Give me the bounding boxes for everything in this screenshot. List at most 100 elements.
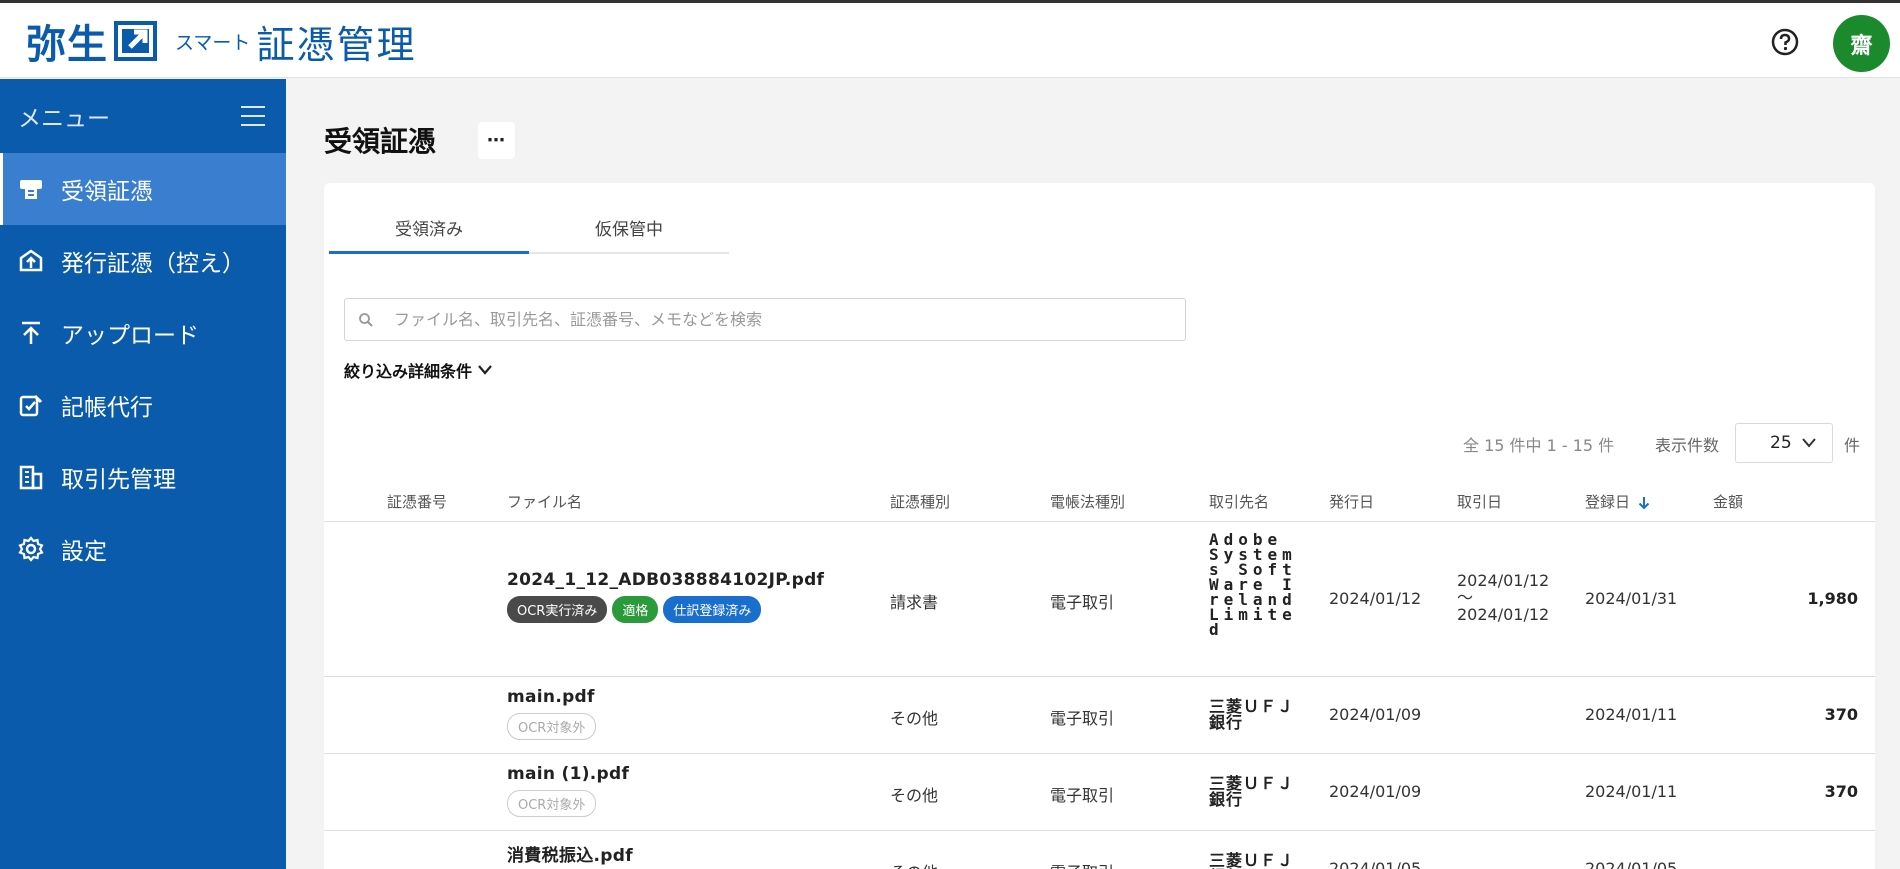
menu-label: メニュー <box>18 106 110 132</box>
table-row[interactable]: main.pdf OCR対象外 その他 電子取引 三菱ＵＦＪ銀行 2024/01… <box>324 677 1875 754</box>
vendor-name: 三菱ＵＦＪ銀行 <box>1209 697 1295 732</box>
search-icon <box>358 312 374 328</box>
chevron-down-icon <box>1802 438 1816 448</box>
column-header-doc-type[interactable]: 証憑種別 <box>890 491 950 512</box>
sidebar-item-label: 発行証憑（控え） <box>61 251 245 277</box>
vendor-name: Adobe Systems SoftWare Ireland Limited <box>1209 530 1297 639</box>
table-row[interactable]: 消費税振込.pdf その他 電子取引 三菱ＵＦＪ銀行 2024/01/05 20… <box>324 831 1875 869</box>
sort-down-arrow-icon <box>1638 496 1650 509</box>
file-name[interactable]: main.pdf <box>507 687 596 707</box>
sidebar-item-settings[interactable]: 設定 <box>0 513 286 585</box>
sidebar-item-upload[interactable]: アップロード <box>0 297 286 369</box>
table-row[interactable]: 2024_1_12_ADB038884102JP.pdf OCR実行済み 適格 … <box>324 522 1875 677</box>
column-header-file-name[interactable]: ファイル名 <box>507 491 582 512</box>
column-header-ebook-type[interactable]: 電帳法種別 <box>1050 491 1125 512</box>
file-cell: main (1).pdf OCR対象外 <box>507 764 629 817</box>
status-badge: OCR対象外 <box>507 790 597 817</box>
file-cell: 消費税振込.pdf <box>507 841 633 866</box>
file-cell: 2024_1_12_ADB038884102JP.pdf OCR実行済み 適格 … <box>507 570 824 623</box>
per-page-select[interactable]: 25 <box>1735 423 1833 463</box>
issue-date: 2024/01/09 <box>1329 705 1422 724</box>
ebook-type: 電子取引 <box>1050 786 1115 805</box>
filter-toggle[interactable]: 絞り込み詳細条件 <box>344 358 492 382</box>
per-page-value: 25 <box>1770 433 1792 453</box>
table-header: 証憑番号 ファイル名 証憑種別 電帳法種別 取引先名 発行日 取引日 登録日 金… <box>324 480 1875 522</box>
tab-bar: 受領済み 仮保管中 <box>329 203 729 254</box>
ebook-type: 電子取引 <box>1050 859 1114 869</box>
column-header-vendor[interactable]: 取引先名 <box>1209 491 1269 512</box>
txn-date-from: 2024/01/12 <box>1457 571 1550 590</box>
search-input[interactable] <box>394 310 1174 329</box>
sidebar-item-received-docs[interactable]: 受領証憑 <box>0 153 286 225</box>
column-header-label: 登録日 <box>1585 493 1631 511</box>
issue-date: 2024/01/05 <box>1329 859 1422 869</box>
column-header-issue-date[interactable]: 発行日 <box>1329 491 1374 512</box>
sidebar: メニュー 受領証憑 発行証憑（控え） アップロード 記帳代行 取引先管理 設定 <box>0 79 286 869</box>
amount: 370 <box>1824 782 1858 801</box>
file-name[interactable]: 消費税振込.pdf <box>507 841 633 866</box>
status-badge: 適格 <box>612 596 659 623</box>
logo-arrow-icon <box>114 21 157 61</box>
amount: 1,980 <box>1807 589 1858 608</box>
issue-date: 2024/01/12 <box>1329 589 1422 608</box>
file-name[interactable]: main (1).pdf <box>507 764 629 784</box>
doc-type: その他 <box>890 786 939 805</box>
table-row[interactable]: main (1).pdf OCR対象外 その他 電子取引 三菱ＵＦＪ銀行 202… <box>324 754 1875 831</box>
txn-date-to: 2024/01/12 <box>1457 605 1550 624</box>
file-name[interactable]: 2024_1_12_ADB038884102JP.pdf <box>507 570 824 590</box>
ebook-type: 電子取引 <box>1050 709 1115 728</box>
sidebar-item-label: 記帳代行 <box>61 395 153 421</box>
ebook-type: 電子取引 <box>1050 593 1115 612</box>
user-avatar[interactable]: 齋 <box>1833 15 1890 72</box>
sidebar-item-label: 受領証憑 <box>61 179 153 205</box>
vendor-name: 三菱ＵＦＪ銀行 <box>1209 774 1295 809</box>
sidebar-item-label: 取引先管理 <box>61 467 176 493</box>
doc-type: その他 <box>890 859 938 869</box>
status-badges: OCR対象外 <box>507 713 597 740</box>
tab-received[interactable]: 受領済み <box>329 203 529 254</box>
hamburger-icon[interactable] <box>240 104 266 128</box>
upload-icon <box>17 319 45 347</box>
logo-product-title: 証憑管理 <box>256 22 417 67</box>
receipt-icon <box>17 175 45 203</box>
sidebar-menu-header: メニュー <box>0 79 286 153</box>
sidebar-item-label: 設定 <box>61 539 107 565</box>
gear-icon <box>17 535 45 563</box>
logo-subtitle: スマート <box>175 31 251 54</box>
sidebar-item-label: アップロード <box>61 323 199 349</box>
column-header-amount[interactable]: 金額 <box>1713 491 1743 512</box>
issue-date: 2024/01/09 <box>1329 782 1422 801</box>
status-badge: OCR対象外 <box>507 713 597 740</box>
amount: 370 <box>1824 705 1858 724</box>
per-page-unit: 件 <box>1844 436 1861 455</box>
sidebar-item-bookkeeping[interactable]: 記帳代行 <box>0 369 286 441</box>
tab-temporary-storage[interactable]: 仮保管中 <box>529 203 729 252</box>
page-title: 受領証憑 <box>324 125 437 158</box>
column-header-reg-date[interactable]: 登録日 <box>1585 491 1650 512</box>
reg-date: 2024/01/11 <box>1585 705 1678 724</box>
chevron-down-icon <box>478 365 492 375</box>
result-count: 全 15 件中 1 - 15 件 <box>1463 436 1615 455</box>
sidebar-item-issued-docs[interactable]: 発行証憑（控え） <box>0 225 286 297</box>
sidebar-item-clients[interactable]: 取引先管理 <box>0 441 286 513</box>
column-header-txn-date[interactable]: 取引日 <box>1457 491 1502 512</box>
status-badges: OCR対象外 <box>507 790 629 817</box>
reg-date: 2024/01/05 <box>1585 859 1678 869</box>
txn-date-separator: 〜 <box>1457 588 1474 607</box>
vendor-name: 三菱ＵＦＪ銀行 <box>1209 851 1295 869</box>
more-options-button[interactable]: ⋯ <box>478 122 515 159</box>
per-page-label: 表示件数 <box>1655 436 1720 455</box>
status-badge: OCR実行済み <box>507 596 608 623</box>
reg-date: 2024/01/31 <box>1585 589 1678 608</box>
column-header-number[interactable]: 証憑番号 <box>387 491 447 512</box>
logo-brand: 弥生 <box>26 22 108 68</box>
app-logo[interactable]: 弥生 スマート 証憑管理 <box>26 19 416 68</box>
main-card: 受領済み 仮保管中 絞り込み詳細条件 全 15 件中 1 - 15 件 表示件数… <box>324 183 1875 869</box>
txn-date-range: 2024/01/12 〜 2024/01/12 <box>1457 572 1549 623</box>
filter-label: 絞り込み詳細条件 <box>344 362 473 381</box>
reg-date: 2024/01/11 <box>1585 782 1678 801</box>
help-icon[interactable] <box>1770 27 1800 57</box>
status-badge: 仕訳登録済み <box>663 596 762 623</box>
file-cell: main.pdf OCR対象外 <box>507 687 597 740</box>
search-box <box>344 298 1186 341</box>
